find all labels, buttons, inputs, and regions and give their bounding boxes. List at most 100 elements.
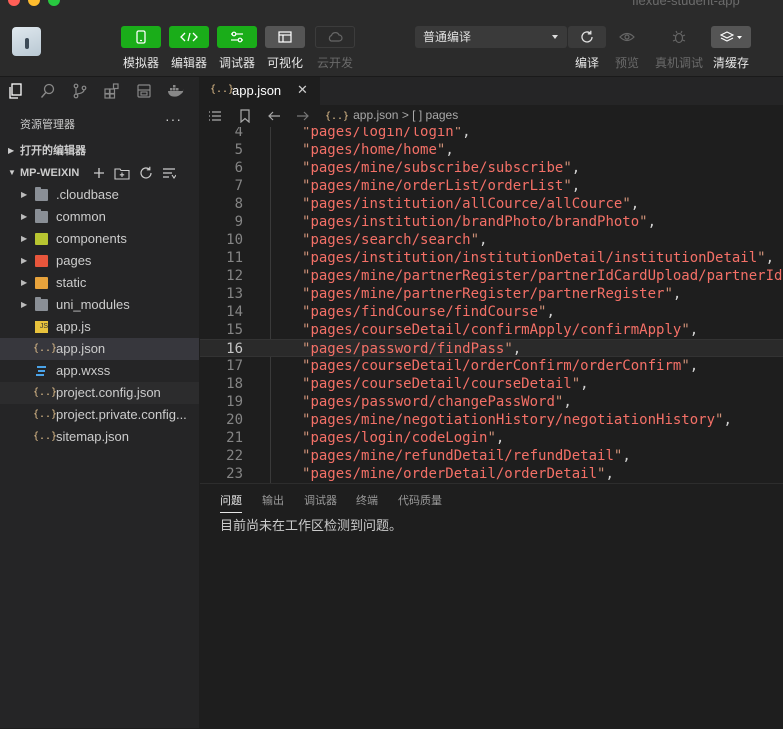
clear-cache-label: 清缓存	[712, 56, 750, 70]
avatar[interactable]	[12, 27, 41, 56]
project-section[interactable]: ▼ MP-WEIXIN	[0, 163, 199, 183]
tree-item-project-config[interactable]: {..} project.config.json	[0, 382, 199, 404]
close-icon[interactable]: ✕	[297, 82, 308, 98]
code-line[interactable]: 21 "pages/login/codeLogin",	[200, 429, 783, 447]
compile-mode-value: 普通编译	[423, 30, 472, 44]
code-line[interactable]: 9 "pages/institution/brandPhoto/brandPhot…	[200, 213, 783, 231]
tree-item-app-wxss[interactable]: app.wxss	[0, 360, 199, 382]
json-file-icon: {..}	[210, 84, 235, 95]
line-number: 20	[226, 412, 243, 428]
forward-arrow-icon[interactable]	[295, 108, 311, 124]
tab-problems[interactable]: 问题	[220, 492, 242, 513]
json-file-icon: {..}	[33, 387, 58, 398]
cloud-button[interactable]	[315, 26, 355, 48]
tree-item-uni-modules[interactable]: ▶ uni_modules	[0, 294, 199, 316]
code-line[interactable]: 7 "pages/mine/orderList/orderList",	[200, 177, 783, 195]
code-line[interactable]: 18 "pages/courseDetail/courseDetail",	[200, 375, 783, 393]
array-icon: [ ]	[412, 108, 423, 122]
css-file-icon	[36, 366, 46, 376]
code-icon	[180, 32, 198, 42]
tree-item-label: common	[56, 209, 106, 224]
tab-code-quality[interactable]: 代码质量	[398, 492, 442, 508]
clear-cache-button[interactable]	[711, 26, 751, 48]
debugger-button[interactable]	[217, 26, 257, 48]
tab-output[interactable]: 输出	[262, 492, 284, 508]
open-editors-section[interactable]: ▶ 打开的编辑器	[0, 141, 199, 161]
refresh-explorer-icon[interactable]	[139, 166, 153, 180]
editor-button[interactable]	[169, 26, 209, 48]
window-minimize-button[interactable]	[28, 0, 40, 6]
visual-button[interactable]	[265, 26, 305, 48]
code-line[interactable]: 10 "pages/search/search",	[200, 231, 783, 249]
code-editor[interactable]: 4 "pages/login/login", 5 "pages/home/home",…	[200, 127, 783, 483]
tree-item-app-json[interactable]: {..} app.json	[0, 338, 199, 360]
tree-item-project-private-config[interactable]: {..} project.private.config...	[0, 404, 199, 426]
bookmark-icon[interactable]	[237, 108, 253, 124]
simulator-button[interactable]	[121, 26, 161, 48]
string-literal: pages/search/search	[310, 232, 471, 248]
breadcrumb-node[interactable]: pages	[426, 108, 459, 122]
search-icon[interactable]	[39, 82, 57, 100]
tab-debugger[interactable]: 调试器	[304, 492, 337, 508]
string-literal: pages/mine/orderList/orderList	[310, 178, 564, 194]
tree-item-label: project.private.config...	[56, 407, 187, 422]
code-text: "pages/login/login",	[302, 127, 471, 141]
remote-debug-button[interactable]	[661, 26, 697, 48]
code-line[interactable]: 16 "pages/password/findPass",	[200, 339, 783, 357]
list-icon[interactable]	[207, 108, 223, 124]
code-line[interactable]: 11 "pages/institution/institutionDetail/i…	[200, 249, 783, 267]
compile-mode-select[interactable]: 普通编译	[415, 26, 567, 48]
database-icon[interactable]	[135, 82, 153, 100]
tree-item-sitemap[interactable]: {..} sitemap.json	[0, 426, 199, 448]
docker-icon[interactable]	[167, 82, 185, 100]
line-number: 17	[226, 358, 243, 374]
tree-item-pages[interactable]: ▶ pages	[0, 250, 199, 272]
tree-item-app-js[interactable]: JS app.js	[0, 316, 199, 338]
preview-label: 预览	[614, 56, 640, 70]
line-number: 10	[226, 232, 243, 248]
window-zoom-button[interactable]	[48, 0, 60, 6]
string-literal: pages/password/findPass	[310, 341, 505, 357]
window-close-button[interactable]	[8, 0, 20, 6]
folder-icon	[35, 297, 48, 311]
tree-item-components[interactable]: ▶ components	[0, 228, 199, 250]
code-line[interactable]: 8 "pages/institution/allCource/allCource"…	[200, 195, 783, 213]
breadcrumb-file[interactable]: app.json	[353, 108, 398, 122]
code-line[interactable]: 19 "pages/password/changePassWord",	[200, 393, 783, 411]
code-line[interactable]: 15 "pages/courseDetail/confirmApply/confi…	[200, 321, 783, 339]
window-title: flexue-student-app	[632, 0, 740, 8]
code-line[interactable]: 20 "pages/mine/negotiationHistory/negotia…	[200, 411, 783, 429]
json-file-icon: {..}	[33, 409, 58, 420]
tree-item-cloudbase[interactable]: ▶ .cloudbase	[0, 184, 199, 206]
code-line[interactable]: 4 "pages/login/login",	[200, 127, 783, 141]
code-line[interactable]: 6 "pages/mine/subscribe/subscribe",	[200, 159, 783, 177]
code-line[interactable]: 23 "pages/mine/orderDetail/orderDetail",	[200, 465, 783, 483]
chevron-right-icon: ▶	[21, 256, 28, 265]
new-file-icon[interactable]	[93, 167, 105, 179]
open-editors-label: 打开的编辑器	[20, 145, 86, 157]
compile-button[interactable]	[568, 26, 606, 48]
line-number: 7	[234, 178, 243, 194]
code-line[interactable]: 14 "pages/findCourse/findCourse",	[200, 303, 783, 321]
code-text: "pages/mine/subscribe/subscribe",	[302, 160, 581, 176]
code-line[interactable]: 12 "pages/mine/partnerRegister/partnerIdC…	[200, 267, 783, 285]
tree-item-common[interactable]: ▶ common	[0, 206, 199, 228]
string-literal: pages/institution/institutionDetail/inst…	[310, 250, 758, 266]
explorer-icon[interactable]	[7, 82, 25, 100]
tab-terminal[interactable]: 终端	[356, 492, 378, 508]
source-control-icon[interactable]	[71, 82, 89, 100]
more-actions-icon[interactable]: ···	[165, 111, 182, 127]
preview-button[interactable]	[609, 26, 645, 48]
code-text: "pages/mine/partnerRegister/partnerRegis…	[302, 286, 682, 302]
code-line[interactable]: 17 "pages/courseDetail/orderConfirm/order…	[200, 357, 783, 375]
editor-tab-bar: {..} app.json ✕	[200, 77, 783, 105]
code-line[interactable]: 22 "pages/mine/refundDetail/refundDetail"…	[200, 447, 783, 465]
collapse-all-icon[interactable]	[162, 166, 176, 180]
code-line[interactable]: 13 "pages/mine/partnerRegister/partnerReg…	[200, 285, 783, 303]
new-folder-icon[interactable]	[114, 166, 130, 180]
back-arrow-icon[interactable]	[266, 108, 282, 124]
extensions-icon[interactable]	[103, 82, 121, 100]
tree-item-static[interactable]: ▶ static	[0, 272, 199, 294]
code-line[interactable]: 5 "pages/home/home",	[200, 141, 783, 159]
tab-app-json[interactable]: {..} app.json ✕	[200, 77, 320, 105]
